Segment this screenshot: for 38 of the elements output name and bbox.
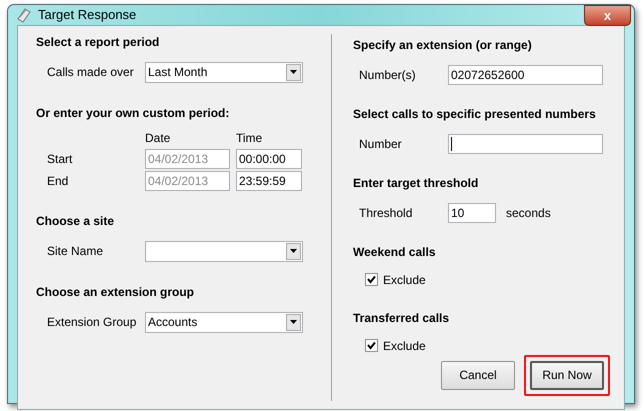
section-heading: Choose a site [36, 212, 116, 228]
column-header: Time [236, 130, 262, 146]
field-label: Number [359, 136, 403, 152]
section-heading: Specify an extension (or range) [353, 36, 533, 52]
dropdown-arrow-icon [290, 249, 297, 253]
field-label: End [47, 172, 70, 190]
checkbox-label: Exclude [383, 338, 426, 354]
field-label: Calls made over [47, 64, 135, 81]
dropdown[interactable]: Last Month [145, 62, 303, 82]
field-label: Extension Group [47, 314, 138, 331]
checkbox[interactable] [365, 339, 378, 352]
input-field[interactable] [448, 134, 603, 154]
input-field[interactable]: 00:00:00 [236, 148, 302, 168]
dialog-button[interactable]: Run Now [530, 360, 604, 390]
field-label: Start [47, 150, 74, 168]
input-field[interactable]: 23:59:59 [236, 170, 302, 190]
column-header: Date [145, 130, 172, 146]
section-heading: Weekend calls [353, 244, 436, 260]
dropdown[interactable]: Accounts [145, 312, 303, 332]
section-heading: Enter target threshold [353, 174, 480, 190]
section-heading: Or enter your own custom period: [36, 104, 230, 120]
input-field[interactable]: 10 [448, 202, 496, 222]
field-label: Site Name [47, 243, 104, 260]
section-heading: Transferred calls [353, 310, 450, 326]
window-title: Target Response [38, 6, 136, 24]
checkbox-label: Exclude [383, 272, 426, 288]
field-label: Threshold [359, 204, 414, 222]
section-heading: Select calls to specific presented numbers [353, 106, 597, 122]
checkbox[interactable] [365, 273, 378, 286]
section-heading: Choose an extension group [36, 284, 196, 300]
field-label: Number(s) [359, 66, 417, 84]
dialog-button[interactable]: Cancel [441, 360, 515, 390]
dropdown-arrow-icon [290, 320, 297, 324]
input-field[interactable]: 02072652600 [448, 64, 603, 84]
unit-label: seconds [506, 204, 551, 222]
scroll-icon [16, 6, 32, 23]
dropdown-arrow-icon [290, 70, 297, 74]
section-heading: Select a report period [36, 34, 160, 50]
